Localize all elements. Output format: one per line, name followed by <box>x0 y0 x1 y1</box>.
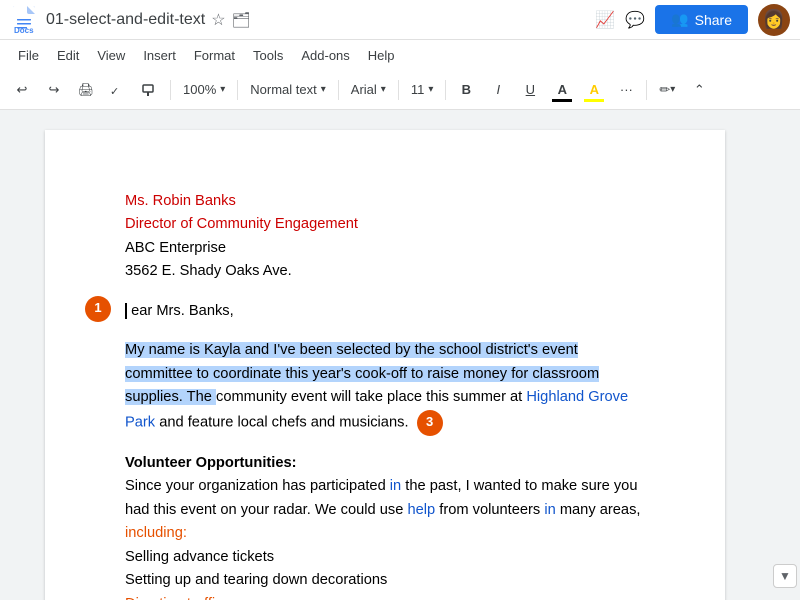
zoom-chevron: ▾ <box>220 84 225 95</box>
folder-icon[interactable]: 🗂 <box>232 11 251 29</box>
share-people-icon: 👥 <box>671 11 688 28</box>
doc-area: Ms. Robin Banks Director of Community En… <box>0 110 800 600</box>
separator-5 <box>445 80 446 100</box>
help-text: help <box>407 502 435 518</box>
menu-bar: File Edit View Insert Format Tools Add-o… <box>0 40 800 70</box>
in-text-2: in <box>544 502 555 518</box>
scroll-down-button[interactable]: ▼ <box>773 564 797 588</box>
highlight-bar <box>584 99 604 102</box>
separator-2 <box>237 80 238 100</box>
text-and-feature: and feature local chefs and musicians. <box>155 414 408 430</box>
collapse-toolbar-button[interactable]: ⌃ <box>685 76 713 104</box>
arrow-down-icon: ▼ <box>779 569 791 583</box>
toolbar: ↩ ↪ 🖨 ✓ 100% ▾ Normal text ▾ Arial ▾ 11 … <box>0 70 800 110</box>
separator-3 <box>338 80 339 100</box>
address-line: 3562 E. Shady Oaks Ave. <box>125 260 645 283</box>
doc-container[interactable]: Ms. Robin Banks Director of Community En… <box>0 110 770 600</box>
spellcheck-button[interactable]: ✓ <box>104 76 132 104</box>
greeting-block: 1 ear Mrs. Banks, <box>125 300 645 323</box>
doc-icon: Docs <box>10 3 38 37</box>
menu-help[interactable]: Help <box>360 45 403 66</box>
title-bar: Docs 01-select-and-edit-text ☆ 🗂 📈 💬 👥 S… <box>0 0 800 40</box>
trend-icon[interactable]: 📈 <box>595 10 615 30</box>
separator-1 <box>170 80 171 100</box>
print-button[interactable]: 🖨 <box>72 76 100 104</box>
style-value: Normal text <box>250 82 316 97</box>
svg-text:Docs: Docs <box>14 26 34 35</box>
menu-edit[interactable]: Edit <box>49 45 87 66</box>
avatar-image: 👩 <box>763 9 785 30</box>
underline-label: U <box>526 82 535 97</box>
font-color-button[interactable]: A <box>548 76 576 104</box>
main-paragraph: My name is Kayla and I've been selected … <box>125 339 645 435</box>
italic-button[interactable]: I <box>484 76 512 104</box>
since-text: Since your organization has participated <box>125 478 390 494</box>
star-icon[interactable]: ☆ <box>211 10 225 30</box>
highlight-button[interactable]: A <box>580 76 608 104</box>
including-text: including: <box>125 525 187 541</box>
name-line: Ms. Robin Banks <box>125 193 236 209</box>
from-volunteers: from volunteers <box>435 502 544 518</box>
style-dropdown[interactable]: Normal text ▾ <box>244 76 332 104</box>
title-line: Director of Community Engagement <box>125 216 358 232</box>
more-icon: ··· <box>620 82 633 97</box>
greeting-text: ear Mrs. Banks, <box>131 303 234 319</box>
font-dropdown[interactable]: Arial ▾ <box>345 76 392 104</box>
volunteer-header: Volunteer Opportunities: <box>125 455 297 471</box>
redo-button[interactable]: ↪ <box>40 76 68 104</box>
style-chevron: ▾ <box>321 84 326 95</box>
italic-label: I <box>497 82 501 97</box>
highlight-label: A <box>590 82 599 97</box>
item1: Selling advance tickets <box>125 546 645 569</box>
zoom-value: 100% <box>183 82 216 97</box>
badge-3: 3 <box>417 410 443 436</box>
font-color-label: A <box>558 82 567 97</box>
font-value: Arial <box>351 82 377 97</box>
font-color-bar <box>552 99 572 102</box>
bold-button[interactable]: B <box>452 76 480 104</box>
more-formatting-button[interactable]: ··· <box>612 76 640 104</box>
menu-file[interactable]: File <box>10 45 47 66</box>
right-sidebar: ▼ <box>770 110 800 600</box>
paint-format-button[interactable] <box>136 76 164 104</box>
pencil-icon: ✏ <box>659 82 670 98</box>
separator-4 <box>398 80 399 100</box>
in-text: in <box>390 478 401 494</box>
avatar[interactable]: 👩 <box>758 4 790 36</box>
address-block: Ms. Robin Banks Director of Community En… <box>125 190 645 284</box>
many-areas: many areas, <box>556 502 641 518</box>
fontsize-value: 11 <box>411 82 425 97</box>
doc-title: 01-select-and-edit-text ☆ 🗂 <box>46 10 595 30</box>
badge-1: 1 <box>85 296 111 322</box>
item3: Directing traffic <box>125 596 222 600</box>
share-button[interactable]: 👥 Share <box>655 5 748 34</box>
edit-mode-button[interactable]: ✏ ▾ <box>653 76 681 104</box>
unselected-text: community event will take place this sum… <box>216 389 526 405</box>
title-actions: 📈 💬 👥 Share 👩 <box>595 4 790 36</box>
comment-icon[interactable]: 💬 <box>625 10 645 30</box>
fontsize-chevron: ▾ <box>428 84 433 95</box>
company-line: ABC Enterprise <box>125 237 645 260</box>
menu-format[interactable]: Format <box>186 45 243 66</box>
menu-addons[interactable]: Add-ons <box>293 45 357 66</box>
doc-title-text[interactable]: 01-select-and-edit-text <box>46 11 205 29</box>
page: Ms. Robin Banks Director of Community En… <box>45 130 725 600</box>
bold-label: B <box>462 82 471 97</box>
menu-tools[interactable]: Tools <box>245 45 291 66</box>
svg-text:✓: ✓ <box>110 86 119 98</box>
font-chevron: ▾ <box>381 84 386 95</box>
zoom-dropdown[interactable]: 100% ▾ <box>177 76 231 104</box>
menu-insert[interactable]: Insert <box>135 45 184 66</box>
item2: Setting up and tearing down decorations <box>125 569 645 592</box>
share-label: Share <box>695 12 732 28</box>
volunteer-section: Volunteer Opportunities: Since your orga… <box>125 452 645 600</box>
separator-6 <box>646 80 647 100</box>
fontsize-dropdown[interactable]: 11 ▾ <box>405 76 440 104</box>
menu-view[interactable]: View <box>89 45 133 66</box>
edit-chevron: ▾ <box>670 84 675 95</box>
underline-button[interactable]: U <box>516 76 544 104</box>
undo-button[interactable]: ↩ <box>8 76 36 104</box>
